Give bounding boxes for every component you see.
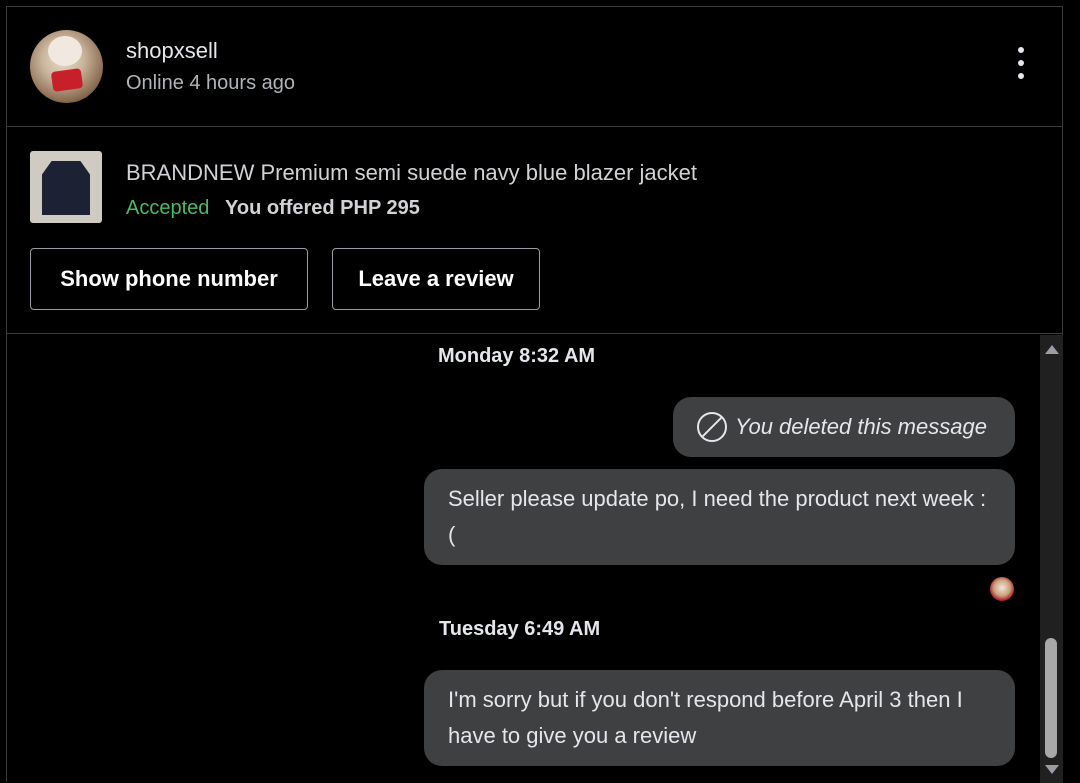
offer-status: Accepted: [126, 197, 210, 219]
jacket-image: [42, 161, 90, 215]
offer-amount: You offered PHP 295: [225, 197, 420, 219]
chat-header: shopxsell Online 4 hours ago: [7, 7, 1062, 127]
chat-window: shopxsell Online 4 hours ago BRANDNEW Pr…: [6, 6, 1063, 783]
product-title[interactable]: BRANDNEW Premium semi suede navy blue bl…: [126, 160, 697, 186]
message-bubble[interactable]: I'm sorry but if you don't respond befor…: [424, 670, 1015, 766]
scroll-down-icon[interactable]: [1045, 765, 1059, 774]
scrollbar-thumb[interactable]: [1045, 638, 1057, 758]
deleted-message[interactable]: You deleted this message: [673, 397, 1015, 457]
seller-name[interactable]: shopxsell: [126, 38, 218, 64]
scrollbar[interactable]: [1040, 335, 1063, 783]
more-vertical-icon[interactable]: [1009, 45, 1033, 81]
day-separator: Tuesday 6:49 AM: [439, 618, 601, 640]
day-separator: Monday 8:32 AM: [438, 345, 596, 367]
online-status: Online 4 hours ago: [126, 72, 296, 94]
seen-avatar: [990, 577, 1014, 601]
product-panel: BRANDNEW Premium semi suede navy blue bl…: [7, 128, 1062, 334]
product-thumbnail[interactable]: [30, 151, 102, 223]
avatar-bag: [50, 68, 84, 92]
deleted-message-text: You deleted this message: [735, 414, 987, 439]
show-phone-button[interactable]: Show phone number: [30, 248, 308, 310]
message-bubble[interactable]: Seller please update po, I need the prod…: [424, 469, 1015, 565]
blocked-icon: [697, 412, 727, 442]
seller-avatar[interactable]: [30, 30, 103, 103]
avatar-face: [48, 36, 82, 66]
scroll-up-icon[interactable]: [1045, 345, 1059, 354]
leave-review-button[interactable]: Leave a review: [332, 248, 540, 310]
message-thread: Monday 8:32 AM You deleted this message …: [7, 335, 1040, 783]
